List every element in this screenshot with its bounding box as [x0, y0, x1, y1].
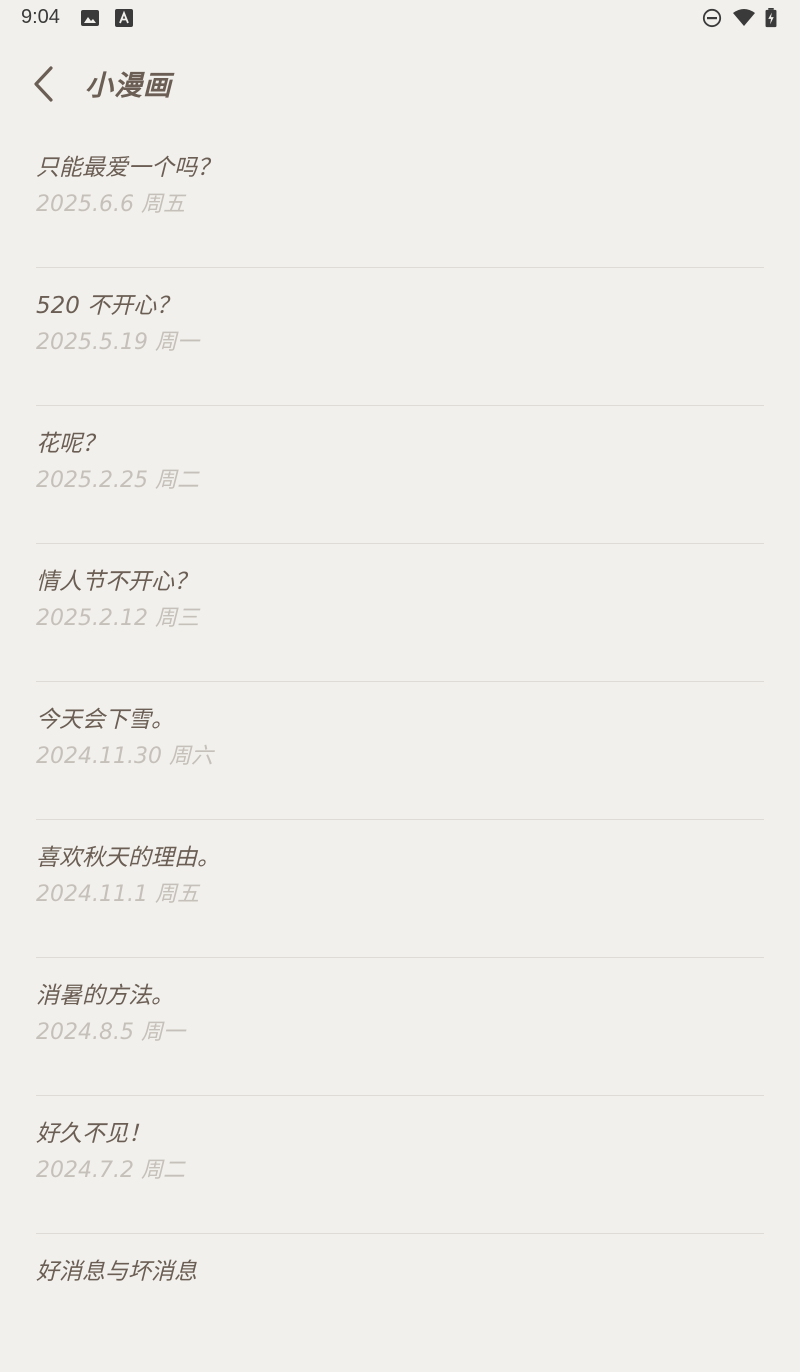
item-title: 今天会下雪。	[36, 707, 174, 733]
list-item[interactable]: 好久不见！ 2024.7.2 周二	[36, 1096, 764, 1234]
image-icon	[81, 10, 99, 26]
list-item[interactable]: 今天会下雪。 2024.11.30 周六	[36, 682, 764, 820]
item-title: 消暑的方法。	[36, 983, 174, 1009]
list-item[interactable]: 只能最爱一个吗？ 2025.6.6 周五	[36, 130, 764, 268]
item-title: 520 不开心？	[36, 293, 180, 319]
item-date: 2024.7.2 周二	[36, 1158, 185, 1183]
list-item[interactable]: 花呢？ 2025.2.25 周二	[36, 406, 764, 544]
do-not-disturb-icon	[702, 8, 722, 28]
item-date: 2025.2.25 周二	[36, 468, 199, 493]
status-time: 9:04	[21, 6, 60, 28]
list-item[interactable]: 喜欢秋天的理由。 2024.11.1 周五	[36, 820, 764, 958]
page-title: 小漫画	[85, 69, 173, 102]
item-date: 2024.8.5 周一	[36, 1020, 185, 1045]
battery-charging-icon	[765, 8, 777, 28]
item-title: 情人节不开心？	[36, 569, 197, 595]
item-title: 只能最爱一个吗？	[36, 155, 220, 181]
item-date: 2025.6.6 周五	[36, 192, 185, 217]
list-item[interactable]: 520 不开心？ 2025.5.19 周一	[36, 268, 764, 406]
chevron-left-icon	[34, 66, 53, 102]
item-title: 好久不见！	[36, 1121, 151, 1147]
item-date: 2025.5.19 周一	[36, 330, 199, 355]
item-date: 2025.2.12 周三	[36, 606, 199, 631]
item-title: 好消息与坏消息	[36, 1259, 197, 1285]
status-bar: 9:04	[0, 0, 800, 36]
font-a-icon	[115, 9, 133, 27]
app-bar: 小漫画	[0, 44, 800, 124]
comic-list: 只能最爱一个吗？ 2025.6.6 周五 520 不开心？ 2025.5.19 …	[36, 130, 764, 1372]
list-item[interactable]: 情人节不开心？ 2025.2.12 周三	[36, 544, 764, 682]
list-item[interactable]: 消暑的方法。 2024.8.5 周一	[36, 958, 764, 1096]
wifi-icon	[733, 9, 755, 26]
item-title: 喜欢秋天的理由。	[36, 845, 220, 871]
item-title: 花呢？	[36, 431, 105, 457]
back-button[interactable]	[22, 60, 66, 108]
list-item[interactable]: 好消息与坏消息	[36, 1234, 764, 1372]
item-date: 2024.11.1 周五	[36, 882, 199, 907]
item-date: 2024.11.30 周六	[36, 744, 213, 769]
